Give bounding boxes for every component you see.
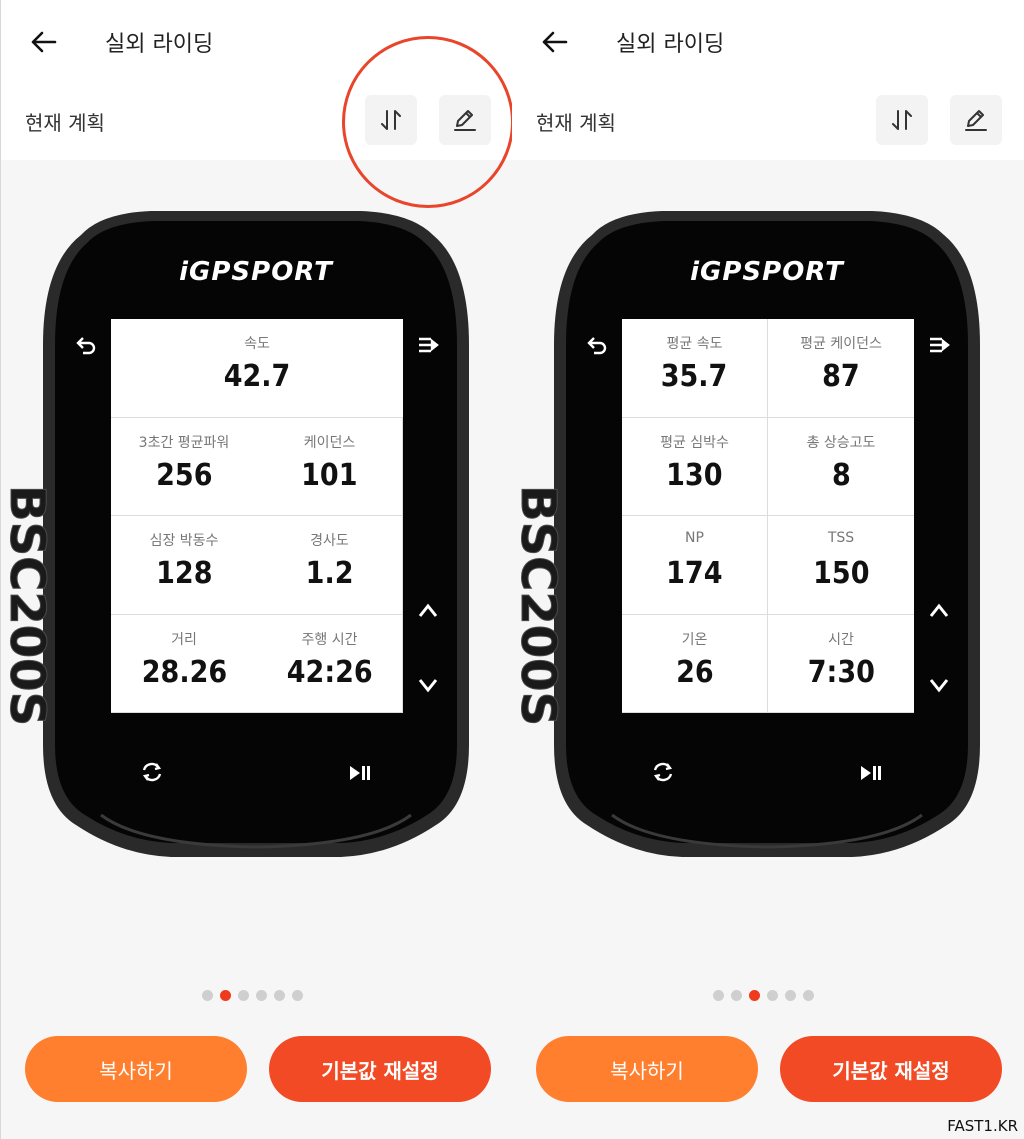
pencil-icon <box>965 110 987 131</box>
up-key-icon <box>929 603 949 617</box>
data-field: 평균 케이던스 87 <box>768 319 914 418</box>
lap-key-icon <box>653 762 673 782</box>
device-model-label: BSC200S <box>512 485 567 727</box>
highlight-circle <box>342 36 512 208</box>
right-panel: 실외 라이딩 현재 계획 iGPSPORT BSC200S 평균 속도 35.7 … <box>512 0 1024 1139</box>
page-dot[interactable] <box>713 990 724 1001</box>
page-indicator <box>713 990 814 1001</box>
data-field: 심장 박동수 128 <box>111 516 257 615</box>
device-screen: 평균 속도 35.7 평균 케이던스 87 평균 심박수 130 총 상승고도 8 NP… <box>622 319 914 713</box>
menu-key-icon <box>930 337 950 353</box>
data-field: TSS 150 <box>768 516 914 615</box>
page-dot[interactable] <box>274 990 285 1001</box>
edit-button[interactable] <box>950 95 1002 145</box>
top-bar: 실외 라이딩 현재 계획 <box>512 0 1024 160</box>
data-field: 기온 26 <box>622 614 768 713</box>
data-field: 케이던스 101 <box>257 417 403 516</box>
data-field: 주행 시간 42:26 <box>257 614 403 713</box>
play-pause-key-icon <box>861 766 881 780</box>
page-dot[interactable] <box>292 990 303 1001</box>
back-arrow-icon[interactable] <box>540 28 568 56</box>
current-plan-label: 현재 계획 <box>25 111 105 135</box>
data-field: 평균 심박수 130 <box>622 417 768 516</box>
page-dot[interactable] <box>785 990 796 1001</box>
page-indicator <box>202 990 303 1001</box>
back-key-icon <box>587 337 607 355</box>
device-brand-logo: iGPSPORT <box>179 257 333 287</box>
reset-default-button[interactable]: 기본값 재설정 <box>780 1036 1002 1102</box>
device-preview: iGPSPORT BSC200S 속도 42.7 3초간 평균파워 256 케이던스… <box>1 205 471 861</box>
device-brand-logo: iGPSPORT <box>690 257 844 287</box>
page-dot[interactable] <box>767 990 778 1001</box>
page-dot-active[interactable] <box>749 990 760 1001</box>
page-dot[interactable] <box>803 990 814 1001</box>
data-field: 경사도 1.2 <box>257 516 403 615</box>
data-field: 거리 28.26 <box>111 615 257 713</box>
page-dot[interactable] <box>238 990 249 1001</box>
reset-default-button[interactable]: 기본값 재설정 <box>269 1036 491 1102</box>
device-preview: iGPSPORT BSC200S 평균 속도 35.7 평균 케이던스 87 평균 … <box>512 205 982 861</box>
data-field: NP 174 <box>622 516 768 615</box>
left-panel: 실외 라이딩 현재 계획 iGPSPORT BSC200S 속도 42.7 3초간… <box>0 0 512 1139</box>
device-model-label: BSC200S <box>0 485 56 727</box>
data-field: 3초간 평균파워 256 <box>111 418 257 516</box>
page-dot[interactable] <box>731 990 742 1001</box>
sort-arrows-icon <box>892 110 912 130</box>
play-pause-key-icon <box>350 766 370 780</box>
current-plan-label: 현재 계획 <box>536 111 616 135</box>
up-key-icon <box>418 603 438 617</box>
page-title: 실외 라이딩 <box>616 32 725 57</box>
back-arrow-icon[interactable] <box>29 28 57 56</box>
data-field: 시간 7:30 <box>768 615 914 713</box>
data-field: 속도 42.7 <box>111 319 403 418</box>
back-key-icon <box>76 337 96 355</box>
copy-button[interactable]: 복사하기 <box>25 1036 247 1102</box>
page-dot[interactable] <box>202 990 213 1001</box>
page-title: 실외 라이딩 <box>105 32 214 57</box>
menu-key-icon <box>419 337 439 353</box>
device-screen: 속도 42.7 3초간 평균파워 256 케이던스 101 심장 박동수 128 경사도… <box>111 319 403 713</box>
data-field: 평균 속도 35.7 <box>622 319 768 418</box>
page-dot[interactable] <box>256 990 267 1001</box>
down-key-icon <box>418 679 438 693</box>
page-dot-active[interactable] <box>220 990 231 1001</box>
copy-button[interactable]: 복사하기 <box>536 1036 758 1102</box>
data-field: 총 상승고도 8 <box>768 418 914 516</box>
down-key-icon <box>929 679 949 693</box>
lap-key-icon <box>142 762 162 782</box>
watermark: FAST1.KR <box>947 1117 1018 1135</box>
sort-button[interactable] <box>876 95 928 145</box>
